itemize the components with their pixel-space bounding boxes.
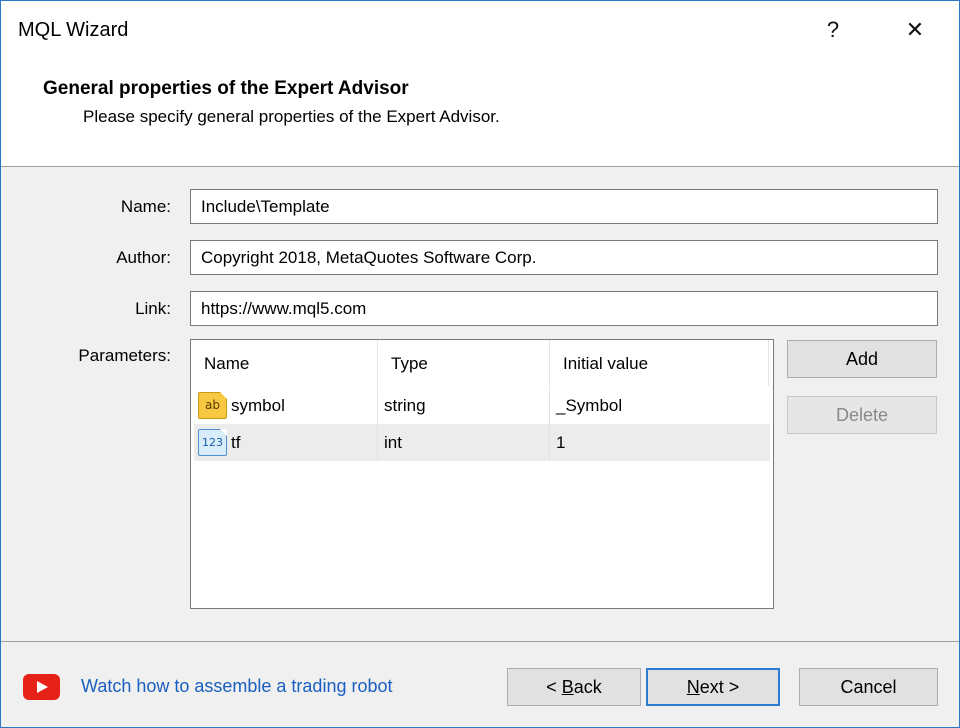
param-value-cell[interactable]: _Symbol xyxy=(550,387,770,424)
page-title: General properties of the Expert Advisor xyxy=(43,78,409,99)
mql-wizard-window: MQL Wizard ? ✕ General properties of the… xyxy=(0,0,960,728)
wizard-header: General properties of the Expert Advisor… xyxy=(1,61,959,167)
param-type-cell[interactable]: string xyxy=(378,387,550,424)
author-field[interactable] xyxy=(190,240,938,275)
watch-video-link[interactable]: Watch how to assemble a trading robot xyxy=(81,676,393,697)
youtube-icon[interactable] xyxy=(23,674,60,700)
param-name-text: symbol xyxy=(231,396,285,415)
param-name-cell[interactable]: 123 tf xyxy=(194,424,378,461)
add-parameter-button[interactable]: Add xyxy=(787,340,937,378)
author-label: Author: xyxy=(116,248,171,267)
next-label-suffix: ext > xyxy=(699,676,740,697)
column-header-type[interactable]: Type xyxy=(378,340,550,386)
name-field[interactable] xyxy=(190,189,938,224)
next-label-key: N xyxy=(686,676,700,697)
string-type-icon: ab xyxy=(198,392,227,419)
param-value-cell[interactable]: 1 xyxy=(550,424,770,461)
param-name-text: tf xyxy=(231,433,241,452)
column-header-initial-value[interactable]: Initial value xyxy=(550,340,769,386)
next-button[interactable]: Next > xyxy=(646,668,780,706)
help-icon: ? xyxy=(826,17,840,42)
footer-divider xyxy=(1,641,959,642)
close-button[interactable]: ✕ xyxy=(889,1,941,59)
help-button[interactable]: ? xyxy=(807,1,859,59)
parameters-grid[interactable]: Name Type Initial value ab symbol string… xyxy=(190,339,774,609)
back-label-key: B xyxy=(561,676,574,697)
integer-type-icon: 123 xyxy=(198,429,227,456)
table-row[interactable]: ab symbol string _Symbol xyxy=(194,387,770,424)
column-header-name[interactable]: Name xyxy=(191,340,378,386)
delete-parameter-button[interactable]: Delete xyxy=(787,396,937,434)
table-row[interactable]: 123 tf int 1 xyxy=(194,424,770,461)
close-icon: ✕ xyxy=(905,17,925,42)
link-field[interactable] xyxy=(190,291,938,326)
back-button[interactable]: < Back xyxy=(507,668,641,706)
param-type-cell[interactable]: int xyxy=(378,424,550,461)
parameters-label: Parameters: xyxy=(78,346,171,365)
link-label: Link: xyxy=(135,299,171,318)
back-label-suffix: ack xyxy=(573,676,602,697)
title-bar: MQL Wizard ? ✕ xyxy=(1,1,959,61)
page-subtitle: Please specify general properties of the… xyxy=(83,107,500,126)
name-label: Name: xyxy=(120,197,171,216)
back-label-prefix: < xyxy=(546,676,562,697)
param-name-cell[interactable]: ab symbol xyxy=(194,387,378,424)
window-title: MQL Wizard xyxy=(18,19,129,41)
grid-header: Name Type Initial value xyxy=(191,340,769,386)
cancel-button[interactable]: Cancel xyxy=(799,668,938,706)
